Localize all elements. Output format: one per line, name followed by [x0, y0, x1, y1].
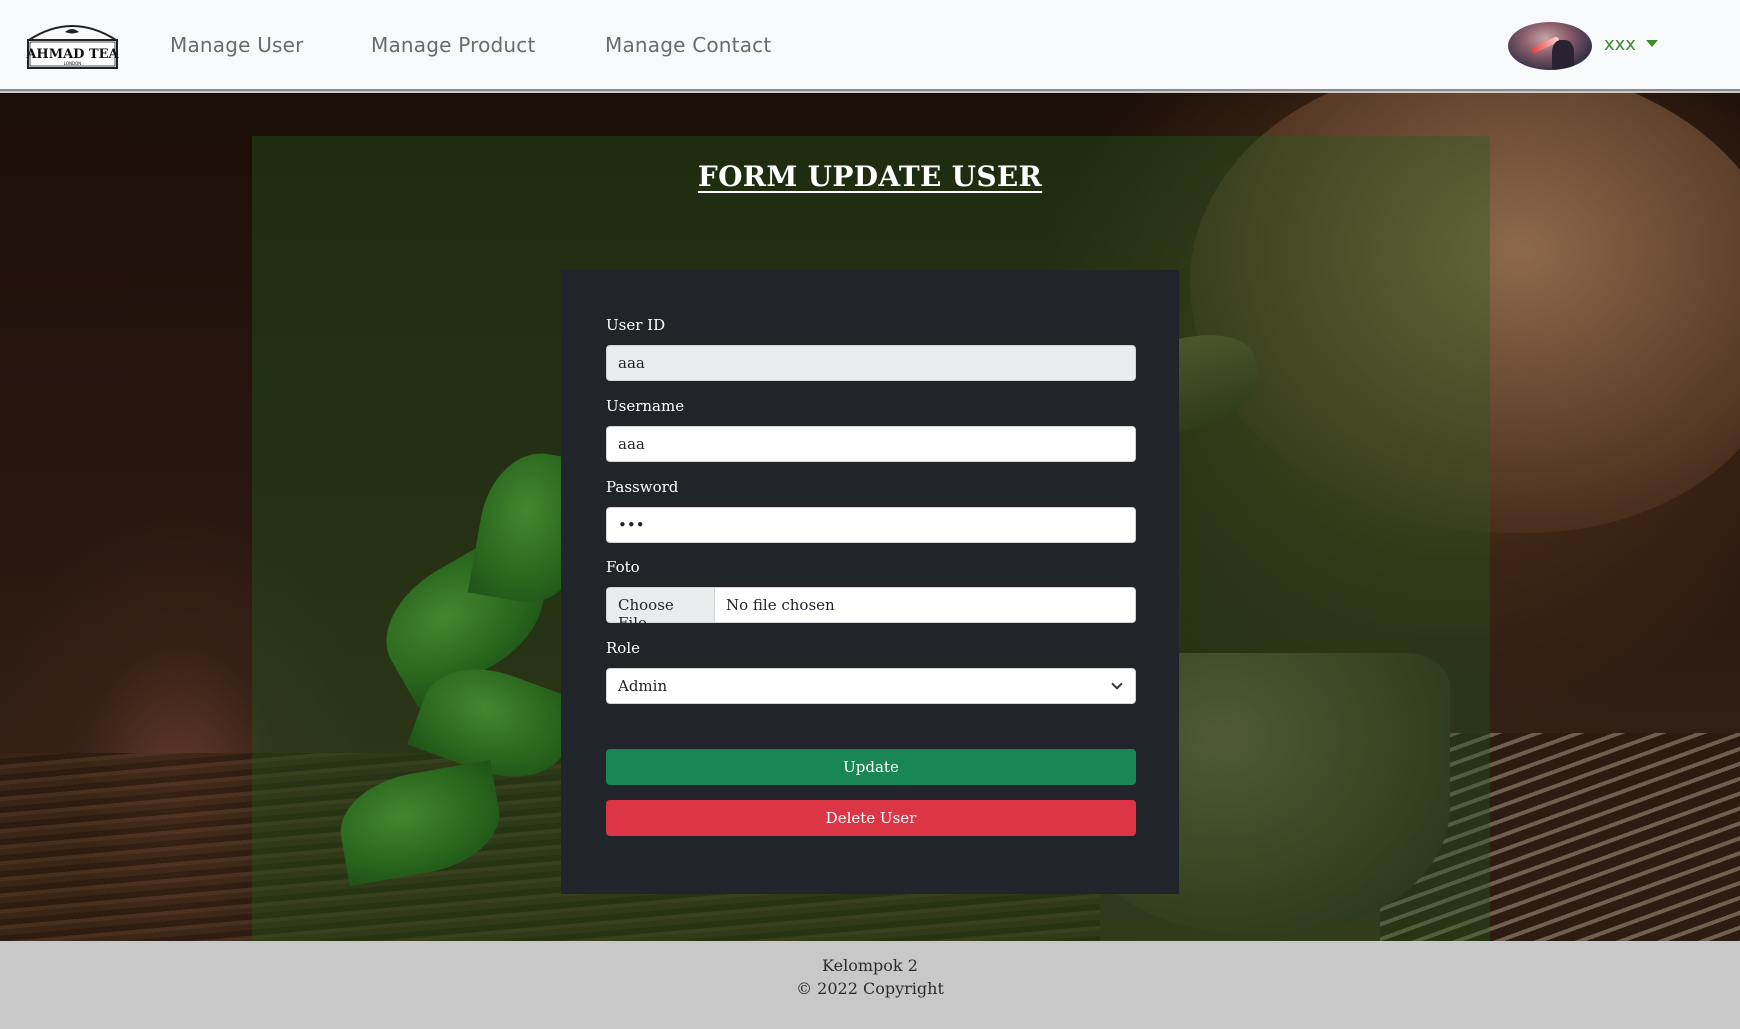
- password-label: Password: [606, 478, 679, 496]
- form-title: FORM UPDATE USER: [697, 160, 1043, 193]
- logo-subtext: LONDON: [64, 61, 81, 66]
- password-field[interactable]: •••: [606, 507, 1136, 543]
- role-select[interactable]: Admin: [606, 668, 1136, 704]
- navbar: AHMAD TEA LONDON Manage User Manage Prod…: [0, 0, 1740, 91]
- ahmad-tea-logo[interactable]: AHMAD TEA LONDON: [25, 18, 120, 72]
- user-id-field[interactable]: aaa: [606, 345, 1136, 381]
- username-label: Username: [606, 397, 685, 415]
- file-status: No file chosen: [726, 596, 835, 614]
- nav-manage-product[interactable]: Manage Product: [371, 33, 536, 57]
- avatar[interactable]: [1508, 22, 1592, 70]
- update-button[interactable]: Update: [606, 749, 1136, 785]
- role-label: Role: [606, 639, 640, 657]
- footer-group: Kelompok 2: [822, 956, 918, 975]
- update-user-form: User ID aaa Username aaa Password ••• Fo…: [561, 270, 1179, 894]
- username-field[interactable]: aaa: [606, 426, 1136, 462]
- delete-user-button[interactable]: Delete User: [606, 800, 1136, 836]
- chevron-down-icon: [1111, 678, 1123, 690]
- foto-label: Foto: [606, 558, 640, 576]
- nav-manage-user[interactable]: Manage User: [170, 33, 304, 57]
- choose-file-button[interactable]: Choose File: [607, 588, 715, 632]
- nav-manage-contact[interactable]: Manage Contact: [605, 33, 771, 57]
- logo-text: AHMAD TEA: [25, 47, 119, 62]
- avatar-figure: [1552, 40, 1574, 70]
- footer-copyright: © 2022 Copyright: [796, 979, 944, 998]
- user-dropdown[interactable]: xxx: [1604, 34, 1658, 55]
- footer: Kelompok 2 © 2022 Copyright: [0, 941, 1740, 1029]
- caret-down-icon: [1645, 39, 1658, 47]
- user-id-label: User ID: [606, 316, 666, 334]
- role-selected-value: Admin: [618, 677, 668, 695]
- foto-file-input[interactable]: Choose File No file chosen: [606, 587, 1136, 632]
- user-name: xxx: [1604, 34, 1636, 55]
